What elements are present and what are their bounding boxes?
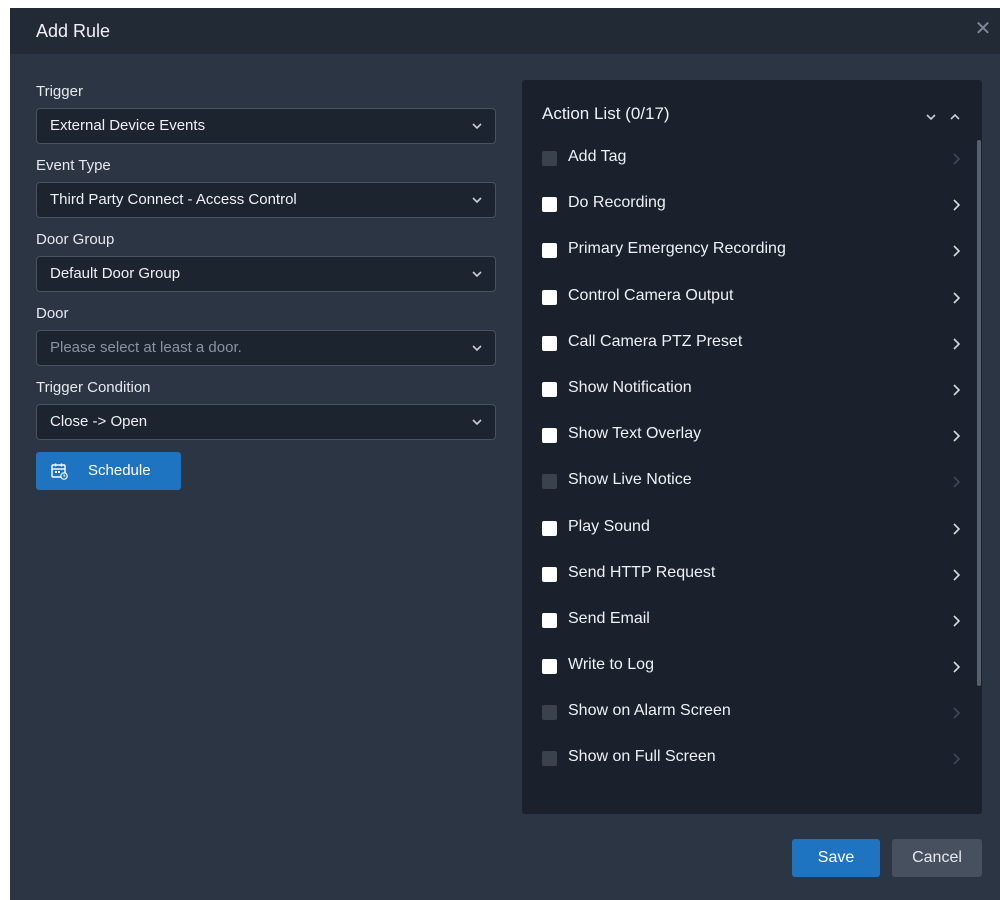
action-item-label: Send HTTP Request <box>568 563 716 581</box>
trigger-select[interactable]: External Device Events <box>36 108 496 144</box>
chevron-right-icon[interactable] <box>950 429 962 443</box>
door-group-value: Default Door Group <box>50 265 181 282</box>
collapse-all-icon[interactable] <box>948 110 962 124</box>
rule-form: Trigger External Device Events Event Typ… <box>36 82 496 490</box>
action-list-panel: Action List (0/17) Add Tag Do Recording <box>522 80 982 814</box>
action-item-call-camera-ptz-preset[interactable]: Call Camera PTZ Preset <box>542 325 962 371</box>
chevron-down-icon <box>472 419 482 426</box>
checkbox[interactable] <box>542 381 557 397</box>
schedule-label: Schedule <box>88 462 151 479</box>
chevron-right-icon <box>953 476 961 488</box>
checkbox[interactable] <box>542 151 557 166</box>
chevron-down-icon <box>472 271 482 278</box>
chevron-right-icon[interactable] <box>950 291 962 305</box>
save-button[interactable]: Save <box>792 839 880 877</box>
action-item-label: Show on Full Screen <box>568 748 716 766</box>
checkbox[interactable] <box>542 566 557 582</box>
chevron-right-icon[interactable] <box>950 568 962 582</box>
calendar-icon <box>51 463 68 480</box>
action-item-primary-emergency-recording[interactable]: Primary Emergency Recording <box>542 232 962 278</box>
action-list-count: (0/17) <box>625 104 670 123</box>
action-item-label: Send Email <box>568 609 650 627</box>
checkbox[interactable] <box>542 612 557 628</box>
dialog-title: Add Rule <box>36 21 111 41</box>
door-group-select[interactable]: Default Door Group <box>36 256 496 292</box>
panel-collapse-controls <box>924 110 968 124</box>
trigger-condition-select[interactable]: Close -> Open <box>36 404 496 440</box>
checkbox[interactable] <box>542 659 557 675</box>
action-item-label: Play Sound <box>568 517 650 535</box>
expand-all-icon[interactable] <box>924 110 938 124</box>
cancel-button[interactable]: Cancel <box>892 839 982 877</box>
action-item-label: Do Recording <box>568 194 666 212</box>
door-select[interactable]: Please select at least a door. <box>36 330 496 366</box>
event-type-select[interactable]: Third Party Connect - Access Control <box>36 182 496 218</box>
checkbox[interactable] <box>542 335 557 351</box>
event-type-value: Third Party Connect - Access Control <box>50 191 297 208</box>
action-item-play-sound[interactable]: Play Sound <box>542 510 962 556</box>
chevron-right-icon[interactable] <box>950 337 962 351</box>
action-item-show-live-notice[interactable]: Show Live Notice <box>542 463 962 509</box>
chevron-right-icon <box>953 153 961 165</box>
action-list-title: Action List (0/17) <box>542 104 670 124</box>
close-icon[interactable]: ✕ <box>972 18 994 40</box>
chevron-down-icon <box>472 197 482 204</box>
chevron-down-icon <box>472 123 482 130</box>
schedule-button[interactable]: Schedule <box>36 452 181 490</box>
action-item-label: Write to Log <box>568 656 654 674</box>
chevron-right-icon <box>953 753 961 766</box>
action-item-label: Control Camera Output <box>568 286 734 304</box>
chevron-right-icon <box>953 707 961 719</box>
action-list-heading: Action List <box>542 104 621 123</box>
door-placeholder: Please select at least a door. <box>50 339 242 356</box>
checkbox[interactable] <box>542 705 557 721</box>
action-item-add-tag[interactable]: Add Tag <box>542 140 962 186</box>
add-rule-dialog: Add Rule ✕ Trigger External Device Event… <box>10 8 1000 900</box>
action-item-label: Show Text Overlay <box>568 425 702 443</box>
dialog-titlebar: Add Rule ✕ <box>10 8 1000 54</box>
action-item-control-camera-output[interactable]: Control Camera Output <box>542 279 962 325</box>
action-item-show-on-full-screen[interactable]: Show on Full Screen <box>542 740 962 786</box>
checkbox[interactable] <box>542 428 557 444</box>
action-list: Add Tag Do Recording Primary Emergency R… <box>542 140 962 787</box>
action-item-label: Show Live Notice <box>568 471 692 489</box>
action-item-label: Call Camera PTZ Preset <box>568 332 743 350</box>
event-type-label: Event Type <box>36 157 111 174</box>
action-item-send-http-request[interactable]: Send HTTP Request <box>542 556 962 602</box>
action-item-show-notification[interactable]: Show Notification <box>542 371 962 417</box>
chevron-right-icon[interactable] <box>950 660 962 674</box>
chevron-down-icon <box>472 345 482 352</box>
checkbox[interactable] <box>542 243 557 259</box>
action-item-send-email[interactable]: Send Email <box>542 602 962 648</box>
action-item-write-to-log[interactable]: Write to Log <box>542 648 962 694</box>
door-group-label: Door Group <box>36 231 115 248</box>
checkbox[interactable] <box>542 751 557 767</box>
action-item-do-recording[interactable]: Do Recording <box>542 186 962 232</box>
action-item-label: Primary Emergency Recording <box>568 240 786 258</box>
trigger-condition-value: Close -> Open <box>50 413 148 430</box>
trigger-condition-label: Trigger Condition <box>36 379 151 396</box>
action-item-label: Add Tag <box>568 148 627 165</box>
chevron-right-icon[interactable] <box>950 244 962 258</box>
action-item-show-on-alarm-screen[interactable]: Show on Alarm Screen <box>542 694 962 740</box>
trigger-label: Trigger <box>36 83 83 100</box>
action-item-show-text-overlay[interactable]: Show Text Overlay <box>542 417 962 463</box>
trigger-value: External Device Events <box>50 117 206 134</box>
checkbox[interactable] <box>542 197 557 213</box>
checkbox[interactable] <box>542 520 557 536</box>
chevron-right-icon[interactable] <box>950 198 962 212</box>
action-item-label: Show Notification <box>568 378 692 396</box>
action-item-label: Show on Alarm Screen <box>568 702 731 720</box>
chevron-right-icon[interactable] <box>950 383 962 397</box>
chevron-right-icon[interactable] <box>950 522 962 536</box>
checkbox[interactable] <box>542 289 557 305</box>
action-list-scrollbar[interactable] <box>977 140 981 686</box>
door-label: Door <box>36 305 69 322</box>
checkbox[interactable] <box>542 474 557 490</box>
chevron-right-icon[interactable] <box>950 614 962 628</box>
